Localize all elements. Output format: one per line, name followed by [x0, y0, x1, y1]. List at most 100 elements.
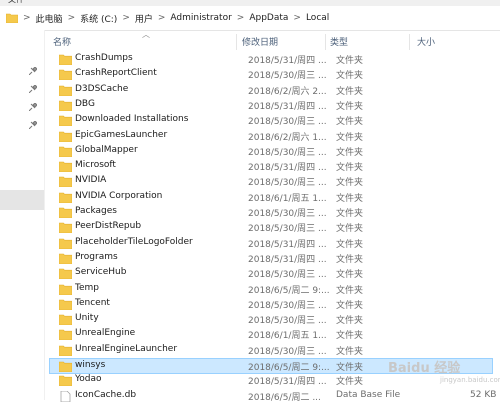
file-type: 文件夹 [336, 132, 364, 143]
folder-icon [59, 345, 72, 356]
file-row[interactable]: NVIDIA 2018/5/30/周三 ... 文件夹 [50, 174, 492, 189]
file-type: 文件夹 [336, 377, 364, 388]
column-size[interactable]: 大小 [417, 35, 435, 48]
file-name: Programs [75, 251, 118, 262]
breadcrumb-separator[interactable]: > [158, 13, 166, 23]
file-date: 2018/5/30/周三 ... [248, 316, 327, 327]
breadcrumb-users[interactable]: 用户 [135, 12, 153, 25]
top-strip-label: 文件 [8, 0, 24, 5]
file-row[interactable]: D3DSCache 2018/6/2/周六 2... 文件夹 [50, 83, 492, 98]
file-date: 2018/5/30/周三 ... [248, 300, 327, 311]
folder-icon [59, 207, 72, 218]
breadcrumb-local[interactable]: Local [306, 13, 329, 23]
file-name: Microsoft [75, 160, 116, 171]
breadcrumb-separator[interactable]: > [23, 13, 31, 23]
file-type: 文件夹 [336, 56, 364, 66]
nav-selected-item[interactable] [0, 190, 44, 210]
file-type: 文件夹 [336, 101, 364, 112]
file-name: GlobalMapper [75, 144, 138, 155]
column-name[interactable]: 名称 [53, 35, 71, 48]
file-row[interactable]: CrashDumps 2018/5/31/周四 ... 文件夹 [50, 52, 492, 67]
file-type: 文件夹 [336, 86, 364, 97]
folder-icon [59, 284, 72, 295]
file-name: Packages [75, 206, 117, 216]
navigation-pane[interactable] [0, 30, 45, 400]
folder-icon [59, 314, 72, 326]
folder-icon [59, 375, 72, 387]
file-row[interactable]: Downloaded Installations 2018/5/30/周三 ...… [50, 113, 492, 128]
file-name: PlaceholderTileLogoFolder [75, 236, 193, 247]
file-name: NVIDIA Corporation [75, 190, 163, 201]
file-type: Data Base File [336, 389, 401, 400]
file-row[interactable]: ServiceHub 2018/5/30/周三 ... 文件夹 [50, 266, 492, 281]
file-row[interactable]: Unity 2018/5/30/周三 ... 文件夹 [50, 312, 492, 327]
breadcrumb-administrator[interactable]: Administrator [170, 13, 231, 23]
file-row[interactable]: Programs 2018/5/31/周四 ... 文件夹 [50, 251, 492, 266]
file-type: 文件夹 [336, 316, 364, 327]
file-type: 文件夹 [336, 71, 364, 82]
breadcrumb-separator[interactable]: > [122, 13, 130, 23]
file-type: 文件夹 [336, 147, 364, 158]
file-date: 2018/5/31/周四 ... [248, 101, 327, 112]
folder-icon [59, 192, 72, 203]
file-date: 2018/5/31/周四 ... [248, 377, 327, 388]
file-name: EpicGamesLauncher [75, 129, 168, 140]
column-divider[interactable] [236, 34, 237, 50]
file-row[interactable]: Temp 2018/6/5/周二 9:... 文件夹 [50, 282, 492, 297]
file-type: 文件夹 [336, 117, 364, 128]
folder-icon [59, 177, 72, 188]
file-date: 2018/6/2/周六 2... [248, 86, 327, 97]
folder-icon [59, 146, 72, 157]
file-row[interactable]: Tencent 2018/5/30/周三 ... 文件夹 [50, 297, 492, 312]
file-row[interactable]: PeerDistRepub 2018/5/30/周三 ... 文件夹 [50, 220, 492, 235]
file-row[interactable]: IconCache.db 2018/6/5/周二 ... Data Base Fil… [50, 389, 496, 404]
file-row[interactable]: GlobalMapper 2018/5/30/周三 ... 文件夹 [50, 144, 492, 159]
file-type: 文件夹 [336, 285, 364, 296]
file-date: 2018/5/31/周四 ... [248, 239, 327, 250]
file-date: 2018/5/30/周三 ... [248, 224, 327, 235]
folder-icon [59, 100, 72, 111]
file-date: 2018/5/30/周三 ... [248, 270, 327, 281]
file-date: 2018/5/31/周四 ... [248, 254, 327, 265]
column-type[interactable]: 类型 [330, 35, 348, 48]
file-row[interactable]: DBG 2018/5/31/周四 ... 文件夹 [50, 98, 492, 113]
breadcrumb-system-c[interactable]: 系统 (C:) [80, 12, 117, 25]
file-row[interactable]: PlaceholderTileLogoFolder 2018/5/31/周四 ..… [50, 236, 492, 251]
file-row[interactable]: Microsoft 2018/5/31/周四 ... 文件夹 [50, 159, 492, 174]
file-date: 2018/6/5/周二 9:... [248, 363, 330, 373]
file-row[interactable]: EpicGamesLauncher 2018/6/2/周六 1... 文件夹 [50, 129, 492, 144]
file-row[interactable]: Packages 2018/5/30/周三 ... 文件夹 [50, 205, 492, 220]
file-type: 文件夹 [336, 239, 364, 250]
file-type: 文件夹 [336, 178, 364, 189]
file-name: DBG [75, 98, 95, 109]
file-row[interactable]: UnrealEngineLauncher 2018/5/30/周三 ... 文件夹 [50, 343, 492, 358]
pin-icon[interactable] [29, 85, 37, 93]
file-name: Downloaded Installations [75, 114, 189, 125]
file-type: 文件夹 [336, 224, 364, 235]
file-size: 52 KB [470, 389, 497, 400]
file-type: 文件夹 [336, 363, 364, 373]
breadcrumb-appdata[interactable]: AppData [249, 13, 288, 23]
folder-icon [59, 54, 72, 65]
file-type: 文件夹 [336, 193, 364, 204]
breadcrumb-separator[interactable]: > [237, 13, 245, 23]
pin-icon[interactable] [29, 103, 37, 111]
breadcrumb-separator[interactable]: > [68, 13, 76, 23]
pin-icon[interactable] [29, 67, 37, 75]
folder-icon [59, 238, 72, 249]
file-name: winsys [75, 360, 106, 370]
file-row[interactable]: UnrealEngine 2018/6/1/周五 1... 文件夹 [50, 327, 492, 342]
breadcrumb-separator[interactable]: > [293, 13, 301, 23]
file-row[interactable]: NVIDIA Corporation 2018/6/1/周五 1... 文件夹 [50, 190, 492, 205]
watermark-sub: jingyan.baidu.com [440, 376, 500, 384]
address-bar[interactable]: > 此电脑 > 系统 (C:) > 用户 > Administrator > A… [0, 6, 500, 31]
file-name: UnrealEngineLauncher [75, 343, 178, 354]
pin-icon[interactable] [29, 121, 37, 129]
breadcrumb-this-pc[interactable]: 此电脑 [36, 12, 63, 25]
column-divider[interactable] [325, 34, 326, 50]
file-row[interactable]: CrashReportClient 2018/5/30/周三 ... 文件夹 [50, 67, 492, 82]
column-divider[interactable] [409, 34, 410, 50]
folder-icon [59, 161, 72, 173]
folder-icon [59, 222, 72, 234]
column-date[interactable]: 修改日期 [242, 35, 278, 48]
